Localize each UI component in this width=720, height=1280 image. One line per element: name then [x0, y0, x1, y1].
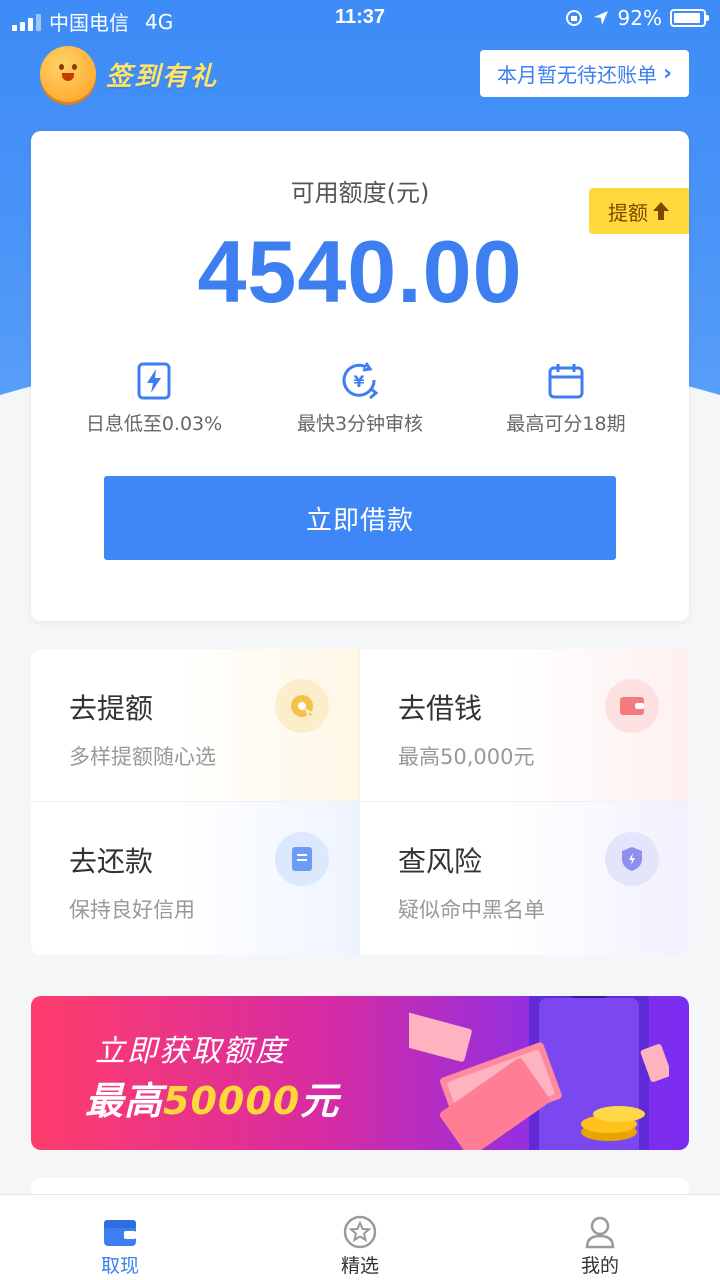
user-tab-icon [582, 1215, 618, 1249]
quota-disc-icon [275, 679, 329, 733]
feature-installment-text: 最高可分18期 [506, 413, 626, 435]
service-grid: 去提额 多样提额随心选 去借钱 最高50,000元 去还款 保持良好信用 查风险… [31, 649, 689, 955]
chevron-right-icon: › [662, 61, 673, 86]
tab-cash[interactable]: 取现 [0, 1195, 240, 1280]
quota-value: 4540.00 [197, 222, 523, 321]
battery-icon [670, 9, 709, 27]
quota-card: 可用额度(元) 4540.00 提额 日息低至0.03% ¥ 最快3分钟审核 最… [31, 131, 689, 621]
banner-suffix: 元 [300, 1079, 340, 1123]
bill-status-label: 本月暂无待还账单 [496, 63, 657, 87]
wallet-icon [605, 679, 659, 733]
service-subtitle: 最高50,000元 [398, 745, 535, 769]
shield-icon [605, 832, 659, 886]
service-borrow[interactable]: 去借钱 最高50,000元 [360, 649, 689, 802]
tab-bar: 取现 精选 我的 [0, 1194, 720, 1280]
location-icon [593, 11, 608, 25]
banner-line2: 最高50000元 [85, 1070, 339, 1125]
tab-label: 我的 [580, 1255, 619, 1277]
tab-label: 取现 [100, 1255, 139, 1277]
service-subtitle: 多样提额随心选 [69, 745, 216, 769]
service-risk-check[interactable]: 查风险 疑似命中黑名单 [360, 802, 689, 955]
promo-banner[interactable]: 立即获取额度 最高50000元 100 [31, 996, 689, 1150]
phone-money-illustration: 100 [409, 996, 669, 1150]
feature-review-text: 最快3分钟审核 [296, 413, 424, 435]
rotation-lock-icon [565, 10, 582, 26]
tab-featured[interactable]: 精选 [240, 1195, 480, 1280]
borrow-now-button[interactable]: 立即借款 [104, 476, 616, 560]
banner-amount: 50000 [163, 1079, 301, 1123]
yuan-refresh-icon: ¥ [340, 361, 380, 401]
checkin-label: 签到有礼 [106, 61, 219, 92]
banner-prefix: 最高 [85, 1079, 164, 1123]
feature-installment: 最高可分18期 [476, 361, 656, 436]
feature-review: ¥ 最快3分钟审核 [270, 361, 450, 436]
checkin-entry[interactable]: 签到有礼 [40, 46, 218, 102]
raise-quota-button[interactable]: 提额 [589, 188, 689, 234]
battery-percent: 92% [617, 6, 662, 30]
service-repay[interactable]: 去还款 保持良好信用 [31, 802, 360, 955]
service-subtitle: 保持良好信用 [69, 898, 195, 922]
raise-quota-label: 提额 [608, 200, 648, 225]
arrow-up-icon [653, 202, 669, 220]
lightning-icon [134, 361, 174, 401]
tab-label: 精选 [340, 1255, 379, 1277]
service-subtitle: 疑似命中黑名单 [398, 898, 545, 922]
calendar-icon [546, 361, 586, 401]
bill-status-button[interactable]: 本月暂无待还账单 › [480, 50, 689, 97]
bill-icon [275, 832, 329, 886]
smiley-coin-icon [40, 46, 96, 102]
svg-text:¥: ¥ [353, 372, 364, 391]
star-tab-icon [342, 1215, 378, 1249]
banner-line1: 立即获取额度 [95, 1034, 287, 1069]
status-bar: 中国电信 4G 11:37 92% [0, 0, 720, 38]
feature-list: 日息低至0.03% ¥ 最快3分钟审核 最高可分18期 [31, 361, 689, 436]
tab-mine[interactable]: 我的 [480, 1195, 720, 1280]
feature-rate-text: 日息低至0.03% [85, 413, 223, 435]
wallet-tab-icon [102, 1215, 138, 1249]
feature-rate: 日息低至0.03% [64, 361, 244, 436]
service-raise-quota[interactable]: 去提额 多样提额随心选 [31, 649, 360, 802]
